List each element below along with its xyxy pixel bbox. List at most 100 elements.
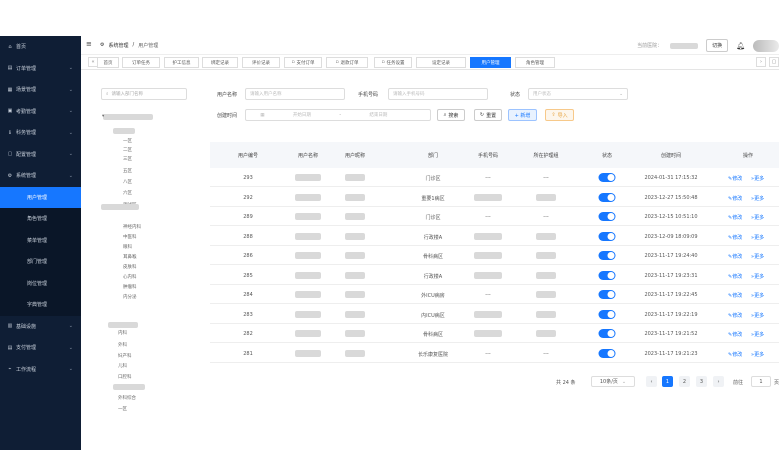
sidebar-item-pay[interactable]: ▤ 支付管理 ⌄	[0, 337, 81, 359]
page-number-button[interactable]: 3	[696, 376, 707, 387]
edit-button[interactable]: ✎修改	[728, 195, 742, 202]
tree-node[interactable]: 心内科	[123, 274, 137, 280]
more-button[interactable]: »更多	[751, 175, 764, 182]
tab-item[interactable]: ▫ 支付订单	[284, 57, 322, 68]
edit-button[interactable]: ✎修改	[728, 273, 742, 280]
tree-node[interactable]: 皮肤科	[123, 264, 137, 270]
switch-hospital-button[interactable]: 切换	[706, 39, 729, 52]
more-button[interactable]: »更多	[751, 273, 764, 280]
edit-button[interactable]: ✎修改	[728, 331, 742, 338]
sidebar-item-info[interactable]: ℹ 科务管理 ⌄	[0, 122, 81, 144]
sidebar-item-home[interactable]: ⌂ 首页	[0, 36, 81, 58]
more-button[interactable]: »更多	[751, 351, 764, 358]
status-toggle[interactable]	[598, 270, 616, 280]
tree-node[interactable]: 妇产科	[118, 353, 132, 359]
sidebar-subitem[interactable]: 部门管理	[0, 251, 81, 273]
status-toggle[interactable]	[598, 290, 616, 299]
status-toggle[interactable]	[598, 329, 616, 338]
tree-node[interactable]: 耳鼻喉	[123, 254, 137, 260]
more-button[interactable]: »更多	[751, 214, 764, 221]
tree-node[interactable]: 肿瘤科	[123, 284, 137, 290]
sidebar-item-order[interactable]: ▤ 订单管理 ⌄	[0, 58, 81, 80]
tree-node[interactable]: 三区	[123, 156, 132, 162]
more-button[interactable]: »更多	[751, 331, 764, 338]
page-number-button[interactable]: 1	[662, 376, 673, 387]
avatar[interactable]	[753, 39, 779, 52]
tab-item[interactable]: 用户管理	[470, 57, 511, 68]
next-page-button[interactable]: ›	[713, 376, 724, 387]
tree-node[interactable]: 内科	[118, 330, 127, 336]
reset-button[interactable]: ↻ 重置	[474, 109, 502, 121]
tree-node[interactable]: 八区	[123, 179, 132, 185]
tree-node[interactable]: 中医科	[123, 234, 137, 240]
edit-button[interactable]: ✎修改	[728, 175, 742, 182]
status-toggle[interactable]	[598, 231, 616, 241]
tab-item[interactable]: 角色管理	[515, 57, 555, 68]
status-toggle[interactable]	[598, 309, 616, 319]
tree-node[interactable]: 内分泌	[123, 294, 137, 300]
tab-item[interactable]: 订单任务	[122, 57, 160, 68]
tab-scroll-right-icon[interactable]: ›	[756, 57, 766, 67]
menu-fold-icon[interactable]: ≡	[86, 40, 92, 48]
sidebar-subitem[interactable]: 用户管理	[0, 186, 81, 208]
status-select[interactable]: 用户状态 ⌄	[528, 88, 628, 100]
sidebar-item-config[interactable]: ▢ 配置管理 ⌄	[0, 144, 81, 166]
sidebar-item-gear[interactable]: ⚙ 系统管理 ⌄	[0, 165, 81, 187]
tree-node[interactable]: 六区	[123, 190, 132, 196]
prev-page-button[interactable]: ‹	[646, 376, 657, 387]
tree-node[interactable]: 神经内科	[123, 224, 141, 230]
edit-button[interactable]: ✎修改	[728, 234, 742, 241]
sidebar-item-monitor[interactable]: ▥ 基础设施 ⌄	[0, 316, 81, 338]
more-button[interactable]: »更多	[751, 253, 764, 260]
tab-item[interactable]: 首页	[97, 57, 119, 68]
page-size-select[interactable]: 10条/页 ⌄	[591, 376, 635, 387]
tree-node[interactable]: 外科	[118, 342, 127, 348]
tree-node[interactable]: 口腔科	[118, 374, 132, 380]
status-toggle[interactable]	[598, 173, 616, 182]
breadcrumb-root[interactable]: 系统管理	[108, 42, 128, 49]
tree-node[interactable]: 五区	[123, 168, 132, 174]
search-button[interactable]: ⌕ 搜索	[437, 109, 465, 121]
tree-node[interactable]: 一区	[118, 406, 127, 412]
tree-node[interactable]: 儿科	[118, 363, 127, 369]
sidebar-item-doc[interactable]: ▣ 考勤管理 ⌄	[0, 101, 81, 123]
tree-node[interactable]: 外科综合	[118, 395, 136, 401]
edit-button[interactable]: ✎修改	[728, 253, 742, 260]
tab-item[interactable]: 绑定记录	[202, 57, 238, 68]
tree-node[interactable]: 眼科	[123, 244, 132, 250]
phone-input[interactable]: 请输入手机号码	[388, 88, 488, 100]
tab-item[interactable]: ▫ 退款订单	[326, 57, 368, 68]
goto-page-input[interactable]: 1	[751, 376, 771, 387]
edit-button[interactable]: ✎修改	[728, 292, 742, 299]
sidebar-subitem[interactable]: 字典管理	[0, 294, 81, 316]
sidebar-subitem[interactable]: 岗位管理	[0, 272, 81, 294]
bell-icon[interactable]: 🔔︎	[736, 42, 745, 50]
username-input[interactable]: 请输入用户名称	[245, 88, 345, 100]
tab-item[interactable]: 设定记录	[416, 57, 466, 68]
caret-down-icon[interactable]: ▾	[102, 114, 104, 119]
tab-item[interactable]: ▫ 任务设置	[374, 57, 412, 68]
import-button[interactable]: ⇪ 导入	[545, 109, 574, 121]
more-button[interactable]: »更多	[751, 312, 764, 319]
more-button[interactable]: »更多	[751, 195, 764, 202]
edit-button[interactable]: ✎修改	[728, 351, 742, 358]
status-toggle[interactable]	[598, 348, 616, 358]
edit-button[interactable]: ✎修改	[728, 312, 742, 319]
date-range-picker[interactable]: ▦ 开始日期 - 结束日期	[245, 109, 431, 121]
sidebar-subitem[interactable]: 菜单管理	[0, 229, 81, 251]
edit-button[interactable]: ✎修改	[728, 214, 742, 221]
more-button[interactable]: »更多	[751, 292, 764, 299]
status-toggle[interactable]	[598, 212, 616, 221]
tab-item[interactable]: 护工信息	[164, 57, 199, 68]
sidebar-item-grid[interactable]: ▦ 场景管理 ⌄	[0, 79, 81, 101]
tree-node[interactable]: 一区	[123, 138, 132, 144]
page-number-button[interactable]: 2	[679, 376, 690, 387]
tab-close-icon[interactable]: ▢	[769, 57, 779, 67]
tab-item[interactable]: 评价记录	[242, 57, 280, 68]
status-toggle[interactable]	[598, 251, 616, 260]
more-button[interactable]: »更多	[751, 234, 764, 241]
status-toggle[interactable]	[598, 192, 616, 202]
add-button[interactable]: + 新增	[508, 109, 537, 121]
sidebar-subitem[interactable]: 角色管理	[0, 208, 81, 230]
tree-node[interactable]: 二区	[123, 147, 132, 153]
